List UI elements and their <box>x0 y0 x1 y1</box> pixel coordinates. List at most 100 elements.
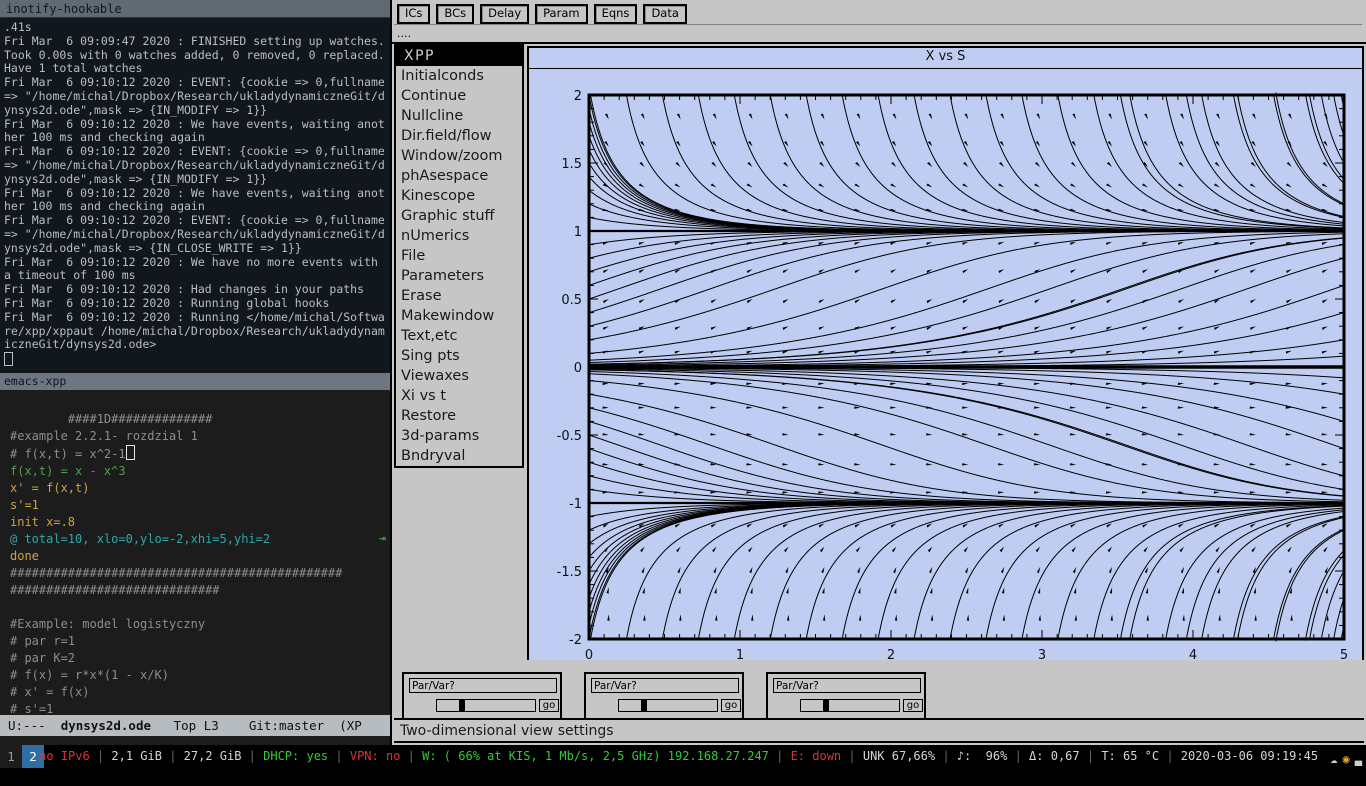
status-item[interactable]: UNK 67,66% <box>856 749 943 763</box>
xpp-menu-item-continue[interactable]: Continue <box>396 86 522 106</box>
terminal-cursor <box>4 352 13 367</box>
status-separator: | <box>848 749 856 763</box>
xpp-button-param[interactable]: Param <box>535 4 588 24</box>
status-item[interactable]: 2020-03-06 09:19:45 <box>1174 749 1326 763</box>
status-separator: | <box>1086 749 1095 763</box>
param-slider-thumb-2[interactable] <box>641 699 647 712</box>
terminal-notify-hookable[interactable]: inotify-hookable .41s Fri Mar 6 09:09:47… <box>0 0 390 373</box>
status-item[interactable]: no IPv6 <box>32 749 97 763</box>
param-slider-label-1[interactable]: Par/Var? <box>409 678 557 693</box>
y-tick-label: 0 <box>574 361 582 376</box>
emacs-code-line: ########################################… <box>10 566 343 580</box>
xpp-plot-window[interactable]: X vs S -2 -1.5 -1 -0.5 0 0.5 1 1.5 2 0 1 2 3 4 5 <box>527 46 1364 660</box>
emacs-code-line: x' = f(x,t) <box>10 481 90 495</box>
emacs-window[interactable]: emacs-xpp ####1D############## #example … <box>0 373 390 745</box>
xpp-menu-item-graphic-stuff[interactable]: Graphic stuff <box>396 206 522 226</box>
xpp-menu-item-xi-vs-t[interactable]: Xi vs t <box>396 386 522 406</box>
xpp-status-bar: Two-dimensional view settings <box>394 718 1364 743</box>
i3-status-bar: 1 2 no IPv6 | 2,1 GiB | 27,2 GiB | DHCP:… <box>0 745 1366 768</box>
status-item[interactable]: 27,2 GiB <box>176 749 248 763</box>
xpp-menu-item-sing-pts[interactable]: Sing pts <box>396 346 522 366</box>
xpp-message-line: .... <box>394 24 1362 41</box>
status-item[interactable]: T: 65 °C <box>1094 749 1166 763</box>
param-slider-thumb-1[interactable] <box>459 699 465 712</box>
status-item[interactable]: Δ: 0,67 <box>1022 749 1087 763</box>
emacs-code-line: # f(x,t) = x^2-1 <box>10 447 126 461</box>
emacs-modeline: U:--- dynsys2d.ode Top L3 Git:master (XP <box>0 715 390 736</box>
param-slider-3[interactable]: Par/Var? go <box>766 672 926 722</box>
param-slider-go-2[interactable]: go <box>721 699 741 712</box>
status-item[interactable]: ♪: 96% <box>950 749 1015 763</box>
xpp-menu-item-viewaxes[interactable]: Viewaxes <box>396 366 522 386</box>
emacs-code-line: init x=.8 <box>10 515 76 529</box>
xpp-menu-item-makewindow[interactable]: Makewindow <box>396 306 522 326</box>
xpp-menu-item-bndryval[interactable]: Bndryval <box>396 446 522 466</box>
xpp-menu-item-parameters[interactable]: Parameters <box>396 266 522 286</box>
xpp-button-eqns[interactable]: Eqns <box>593 4 638 24</box>
y-tick-label: 1 <box>574 225 582 240</box>
param-slider-thumb-3[interactable] <box>823 699 829 712</box>
status-items: no IPv6 | 2,1 GiB | 27,2 GiB | DHCP: yes… <box>32 745 1362 768</box>
xpp-button-data[interactable]: Data <box>643 4 687 24</box>
modeline-filename: dynsys2d.ode <box>60 718 152 733</box>
param-slider-2[interactable]: Par/Var? go <box>584 672 744 722</box>
xpp-menu-item-restore[interactable]: Restore <box>396 406 522 426</box>
status-item[interactable]: E: down <box>783 749 848 763</box>
status-separator: | <box>407 749 415 763</box>
phase-plot[interactable]: -2 -1.5 -1 -0.5 0 0.5 1 1.5 2 0 1 2 3 4 5 <box>529 69 1362 660</box>
xpp-menu-item-text-etc[interactable]: Text,etc <box>396 326 522 346</box>
xpp-button-bcs[interactable]: BCs <box>436 4 475 24</box>
xpp-menu-item-initialconds[interactable]: Initialconds <box>396 66 522 86</box>
param-slider-track-2[interactable] <box>618 699 718 712</box>
xpp-parameter-sliders: Par/Var? go Par/Var? go Par/Var? go <box>402 672 926 722</box>
xpp-menu-item-3d-params[interactable]: 3d-params <box>396 426 522 446</box>
screen: inotify-hookable .41s Fri Mar 6 09:09:47… <box>0 0 1366 768</box>
emacs-code-line: done <box>10 549 39 563</box>
param-slider-label-3[interactable]: Par/Var? <box>773 678 921 693</box>
status-separator: | <box>1166 749 1174 763</box>
y-tick-label: 1.5 <box>561 157 582 172</box>
xpp-menu-item-window-zoom[interactable]: Window/zoom <box>396 146 522 166</box>
param-slider-go-1[interactable]: go <box>539 699 559 712</box>
param-slider-track-1[interactable] <box>436 699 536 712</box>
x-tick-label: 2 <box>887 648 895 660</box>
xpp-main-menu[interactable]: XPP Initialconds Continue Nullcline Dir.fie… <box>394 44 524 468</box>
param-slider-label-2[interactable]: Par/Var? <box>591 678 739 693</box>
emacs-buffer[interactable]: ####1D############## #example 2.2.1- roz… <box>0 390 390 716</box>
emacs-code-line: #example 2.2.1- rozdzial 1 <box>10 429 198 443</box>
y-tick-label: 2 <box>574 89 582 104</box>
x-tick-label: 4 <box>1189 648 1197 660</box>
emacs-code-line: @ total=10, xlo=0,ylo=-2,xhi=5,yhi=2 <box>10 532 271 546</box>
modeline-position: Top L3 <box>173 718 219 733</box>
param-slider-go-3[interactable]: go <box>903 699 923 712</box>
status-item[interactable]: W: ( 66% at KIS, 1 Mb/s, 2,5 GHz) 192.16… <box>415 749 776 763</box>
param-slider-1[interactable]: Par/Var? go <box>402 672 562 722</box>
status-item[interactable]: VPN: no <box>343 749 408 763</box>
status-item[interactable]: DHCP: yes <box>256 749 335 763</box>
param-slider-track-3[interactable] <box>800 699 900 712</box>
y-tick-label: -0.5 <box>557 429 582 444</box>
xpp-menu-item-numerics[interactable]: nUmerics <box>396 226 522 246</box>
workspace-button-1[interactable]: 1 <box>0 745 22 768</box>
plot-title: X vs S <box>529 48 1362 69</box>
xpp-button-ics[interactable]: ICs <box>397 4 431 24</box>
status-separator: | <box>1014 749 1022 763</box>
xpp-menu-item-erase[interactable]: Erase <box>396 286 522 306</box>
xpp-menu-item-dir-field-flow[interactable]: Dir.field/flow <box>396 126 522 146</box>
emacs-code-line: f(x,t) = x - x^3 <box>10 464 126 478</box>
x-tick-label: 3 <box>1038 648 1046 660</box>
status-separator: | <box>335 749 343 763</box>
terminal-output: .41s Fri Mar 6 09:09:47 2020 : FINISHED … <box>0 18 390 373</box>
emacs-code-line: # f(x) = r*x*(1 - x/K) <box>10 668 169 682</box>
xpp-menu-item-kinescope[interactable]: Kinescope <box>396 186 522 206</box>
status-separator: | <box>248 749 256 763</box>
xpp-menu-item-nullcline[interactable]: Nullcline <box>396 106 522 126</box>
xpp-menu-item-file[interactable]: File <box>396 246 522 266</box>
emacs-code-line: # x' = f(x) <box>10 685 90 699</box>
emacs-continuation-right: ⇥ <box>378 531 386 545</box>
emacs-cursor <box>125 445 135 460</box>
xpp-menu-item-phasespace[interactable]: phAsespace <box>396 166 522 186</box>
status-item[interactable]: 2,1 GiB <box>104 749 169 763</box>
x-tick-label: 5 <box>1340 648 1348 660</box>
xpp-button-delay[interactable]: Delay <box>480 4 530 24</box>
